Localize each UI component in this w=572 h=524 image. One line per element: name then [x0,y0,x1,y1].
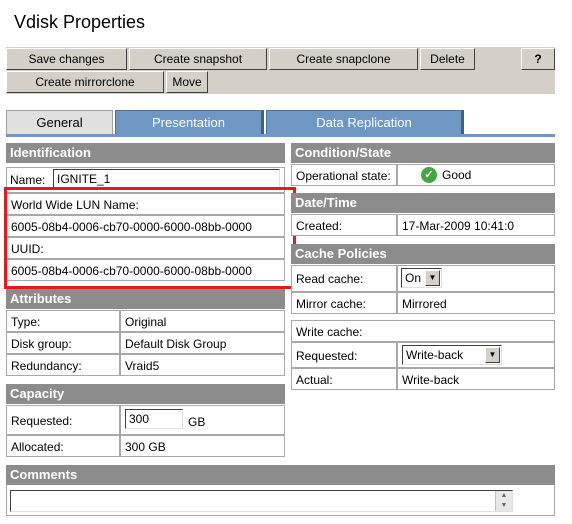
type-value: Original [120,310,285,332]
move-button[interactable]: Move [166,71,208,93]
condition-panel: Condition/State Operational state: ✓ Goo… [291,143,555,186]
mirror-cache-value: Mirrored [397,292,555,314]
comments-heading: Comments [6,465,555,485]
chevron-down-icon: ▼ [425,270,440,286]
disk-group-label: Disk group: [6,332,120,354]
type-label: Type: [6,310,120,332]
requested-unit: GB [188,415,206,429]
write-requested-label: Requested: [291,342,397,368]
condition-heading: Condition/State [291,143,555,163]
capacity-heading: Capacity [6,384,285,404]
write-requested-value: Write-back [406,348,464,362]
redundancy-label: Redundancy: [6,354,120,376]
write-actual-value: Write-back [397,368,555,390]
datetime-panel: Date/Time Created: 17-Mar-2009 10:41:0 [291,193,555,236]
chevron-down-icon: ▼ [485,347,500,363]
page-title: Vdisk Properties [14,12,146,32]
requested-capacity-input[interactable]: 300 [125,409,183,429]
scroll-down-icon[interactable]: ▼ [496,501,512,511]
cache-heading: Cache Policies [291,244,555,264]
read-cache-select[interactable]: On ▼ [401,268,442,288]
capacity-panel: Capacity Requested: 300 GB Allocated: 30… [6,384,285,459]
identification-heading: Identification [6,143,285,163]
tab-general[interactable]: General [6,110,113,134]
good-status-icon: ✓ [421,167,437,183]
name-input[interactable]: IGNITE_1 [53,169,280,189]
highlight-box [4,187,296,289]
toolbar: Save changes Create snapshot Create snap… [6,47,555,94]
help-button[interactable]: ? [521,48,555,70]
read-cache-value: On [405,271,422,285]
delete-button[interactable]: Delete [420,48,475,70]
allocated-label: Allocated: [6,435,120,457]
write-cache-select[interactable]: Write-back ▼ [402,345,502,365]
disk-group-value: Default Disk Group [120,332,285,354]
tab-data-replication[interactable]: Data Replication [266,110,464,134]
tab-underline [6,134,555,137]
requested-label: Requested: [6,405,120,435]
tab-presentation[interactable]: Presentation [115,110,264,134]
operational-state-value: Good [442,168,472,182]
write-actual-label: Actual: [291,368,397,390]
comments-panel: Comments ▲ ▼ [6,465,555,516]
create-snapshot-button[interactable]: Create snapshot [129,48,267,70]
allocated-value: 300 GB [120,435,285,457]
attributes-panel: Attributes Type: Original Disk group: De… [6,289,285,377]
create-snapclone-button[interactable]: Create snapclone [269,48,418,70]
scroll-up-icon[interactable]: ▲ [496,491,512,501]
created-value: 17-Mar-2009 10:41:0 [397,214,555,236]
cache-panel: Cache Policies Read cache: On ▼ Mirror c… [291,244,555,392]
comments-textarea[interactable] [10,490,513,512]
created-label: Created: [291,214,397,236]
operational-state-label: Operational state: [291,164,397,186]
write-cache-label: Write cache: [291,320,555,342]
mirror-cache-label: Mirror cache: [291,292,397,314]
comments-scrollbar[interactable]: ▲ ▼ [495,491,512,511]
redundancy-value: Vraid5 [120,354,285,376]
read-cache-label: Read cache: [291,265,397,292]
save-changes-button[interactable]: Save changes [6,48,127,70]
create-mirrorclone-button[interactable]: Create mirrorclone [6,71,164,93]
attributes-heading: Attributes [6,289,285,309]
datetime-heading: Date/Time [291,193,555,213]
